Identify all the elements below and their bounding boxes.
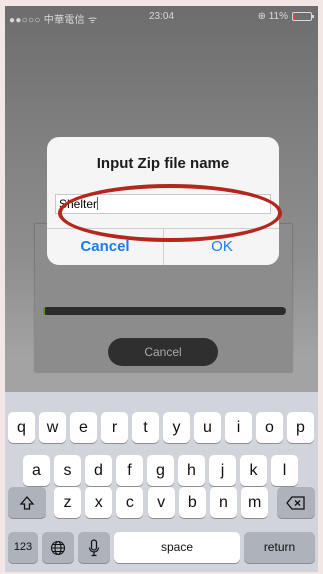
key-a[interactable]: a <box>23 455 50 486</box>
dictation-key[interactable] <box>78 532 110 563</box>
globe-key[interactable] <box>42 532 74 563</box>
battery-icon <box>292 12 314 21</box>
return-key[interactable]: return <box>244 532 315 563</box>
progress-fill <box>43 307 46 315</box>
progress-bar <box>43 307 286 315</box>
key-e[interactable]: e <box>70 412 97 443</box>
key-q[interactable]: q <box>8 412 35 443</box>
status-bar: ●●○○○ 中華電信 ᯤ 23:04 ⊕ 11% <box>5 6 318 26</box>
key-z[interactable]: z <box>54 487 81 518</box>
key-o[interactable]: o <box>256 412 283 443</box>
numbers-key[interactable]: 123 <box>8 532 38 563</box>
shift-key[interactable] <box>8 487 46 518</box>
delete-key[interactable] <box>277 487 315 518</box>
battery-percent: ⊕ 11% <box>257 11 288 22</box>
space-key[interactable]: space <box>114 532 240 563</box>
key-c[interactable]: c <box>116 487 144 518</box>
progress-cancel-button[interactable]: Cancel <box>108 338 218 366</box>
key-t[interactable]: t <box>132 412 159 443</box>
keyboard: qwertyuiop asdfghjkl zxcvbnm 123 space r… <box>5 392 318 572</box>
globe-icon <box>50 540 66 555</box>
key-v[interactable]: v <box>147 487 175 518</box>
key-w[interactable]: w <box>39 412 66 443</box>
key-p[interactable]: p <box>287 412 314 443</box>
key-g[interactable]: g <box>147 455 174 486</box>
key-s[interactable]: s <box>54 455 81 486</box>
key-m[interactable]: m <box>241 487 269 518</box>
key-y[interactable]: y <box>163 412 190 443</box>
key-f[interactable]: f <box>116 455 143 486</box>
key-l[interactable]: l <box>271 455 298 486</box>
key-h[interactable]: h <box>178 455 205 486</box>
alert-title: Input Zip file name <box>96 155 230 172</box>
key-x[interactable]: x <box>85 487 113 518</box>
key-j[interactable]: j <box>209 455 236 486</box>
key-b[interactable]: b <box>178 487 206 518</box>
shift-icon <box>19 495 35 510</box>
key-i[interactable]: i <box>225 412 252 443</box>
app-screen: ●●○○○ 中華電信 ᯤ 23:04 ⊕ 11% Cancel Input Zi… <box>5 6 318 572</box>
key-n[interactable]: n <box>210 487 237 518</box>
backspace-icon <box>286 496 305 510</box>
key-r[interactable]: r <box>101 412 128 443</box>
microphone-icon <box>88 539 100 556</box>
battery-fill <box>294 14 296 19</box>
key-k[interactable]: k <box>240 455 267 486</box>
key-d[interactable]: d <box>85 455 112 486</box>
key-u[interactable]: u <box>194 412 221 443</box>
highlight-annotation <box>58 184 282 242</box>
